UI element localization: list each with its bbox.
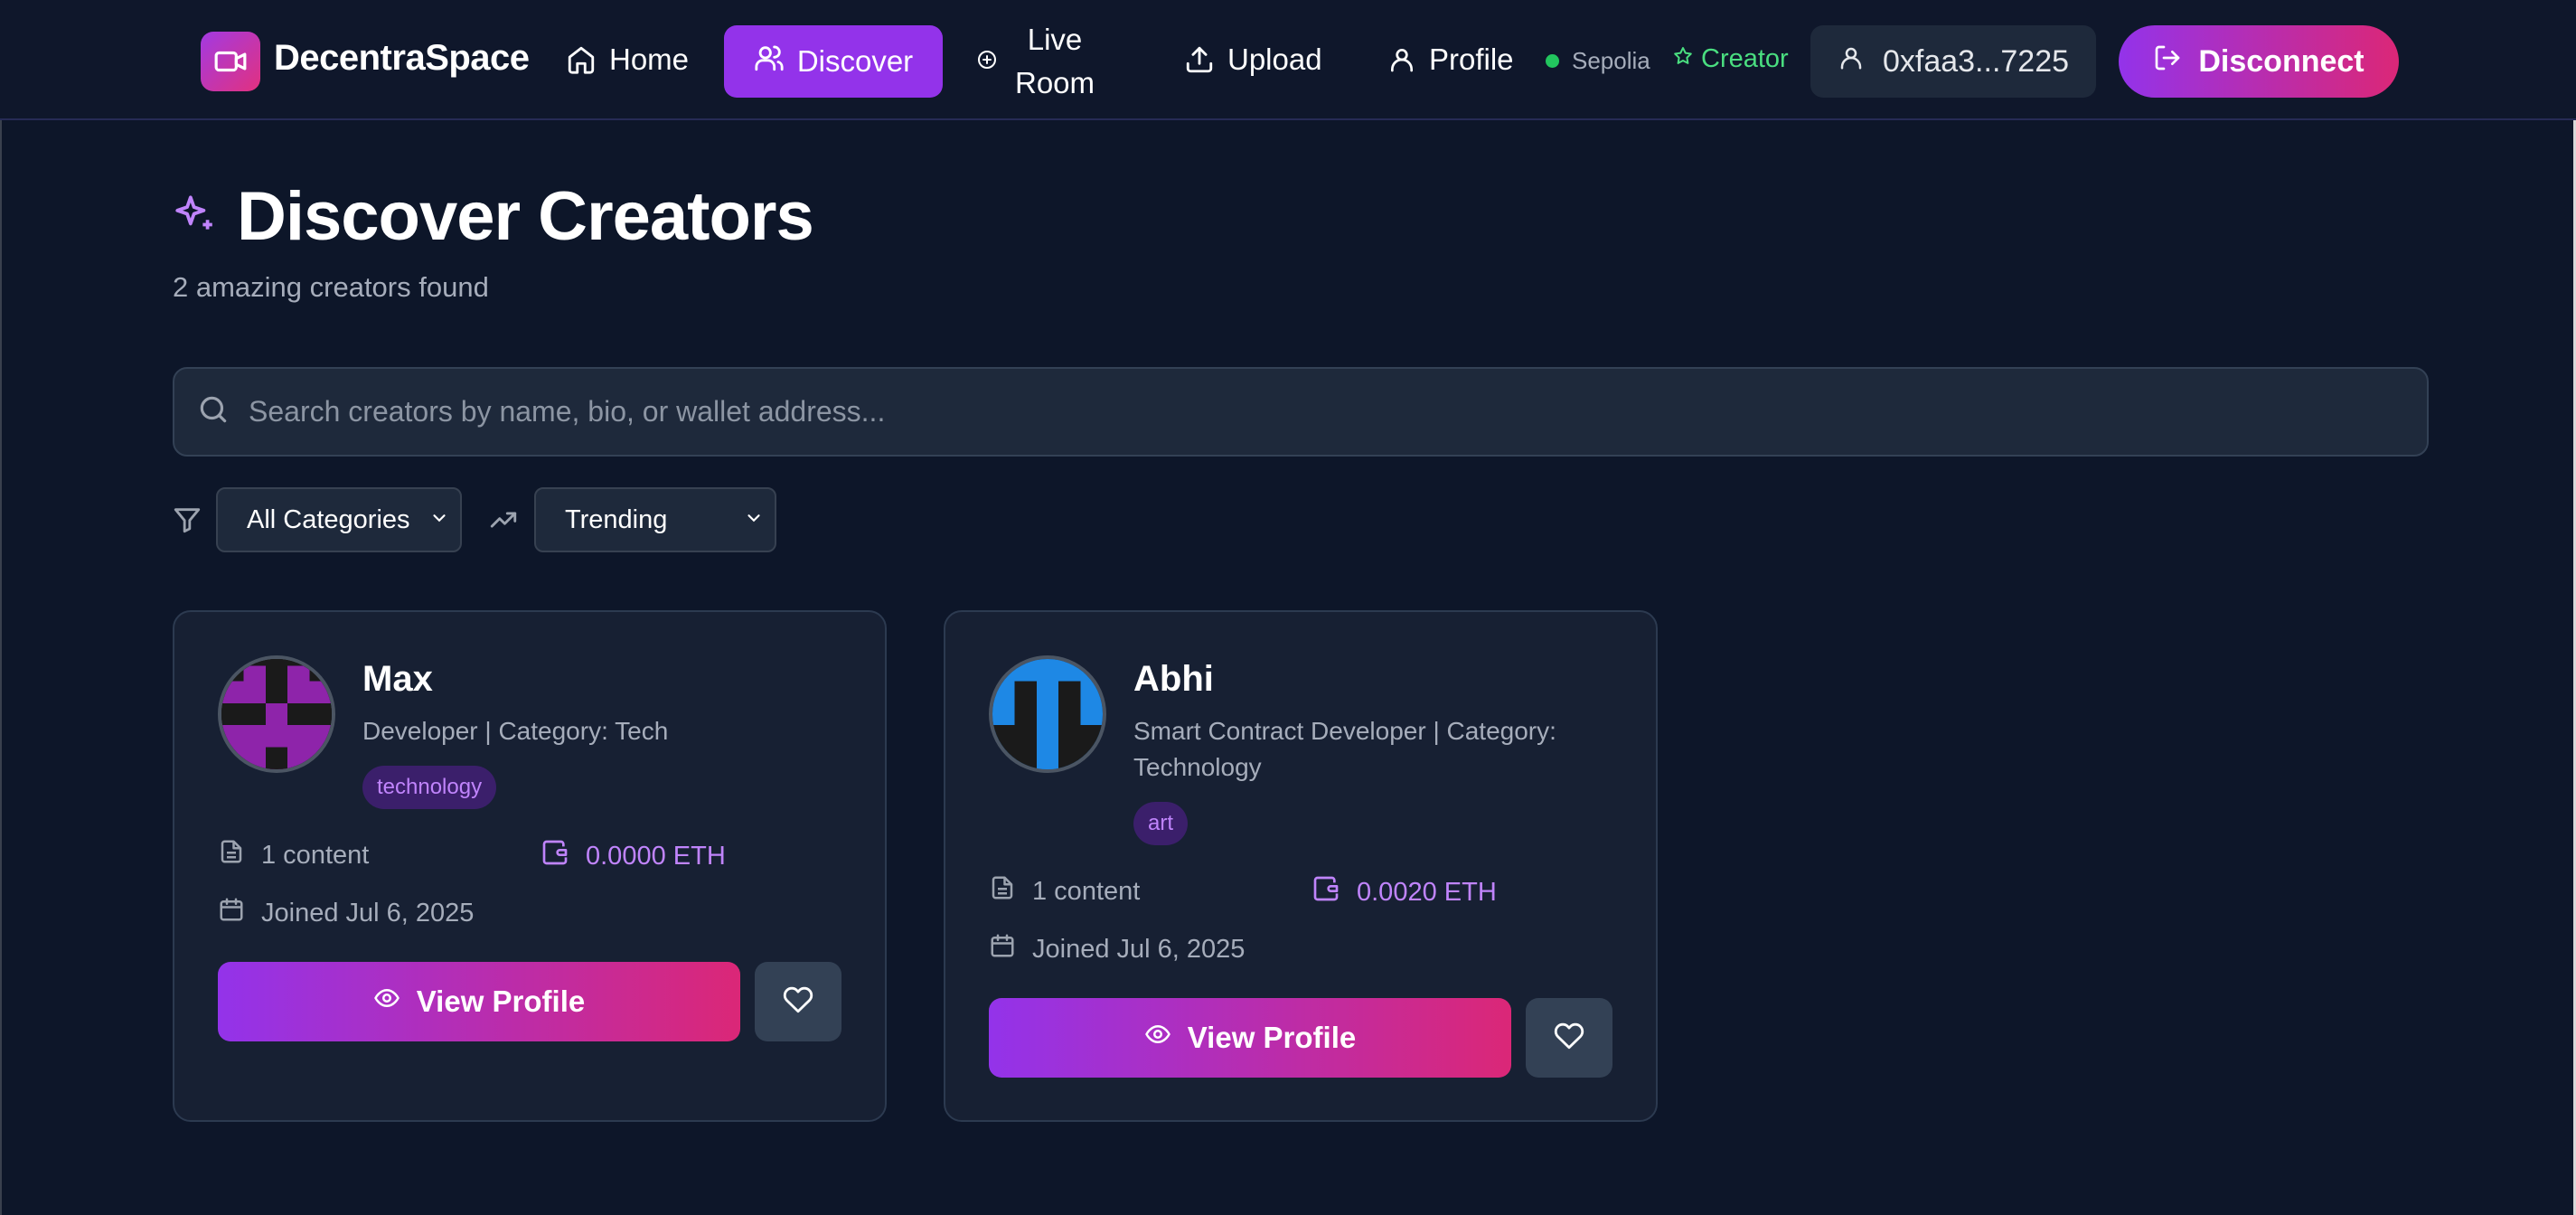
home-icon (566, 44, 597, 75)
category-tag: technology (362, 766, 497, 809)
view-profile-label: View Profile (1187, 1021, 1357, 1054)
earnings-text: 0.0000 ETH (586, 841, 726, 871)
calendar-icon (218, 896, 245, 930)
content-count-text: 1 content (261, 840, 370, 870)
disconnect-button[interactable]: Disconnect (2119, 25, 2399, 98)
users-icon (754, 42, 785, 80)
sparkles-icon (172, 192, 217, 241)
wallet-icon (1312, 874, 1340, 910)
wallet-address-button[interactable]: 0xfaa3...7225 (1810, 25, 2096, 98)
brand-name[interactable]: DecentraSpace (274, 38, 530, 79)
filter-icon (172, 504, 202, 540)
search-input[interactable] (249, 395, 2327, 429)
search-icon (196, 392, 230, 431)
user-icon (1838, 44, 1865, 80)
content-count-text: 1 content (1032, 876, 1141, 906)
upload-icon (1184, 44, 1215, 75)
creator-bio: Developer | Category: Tech (362, 717, 669, 745)
logo-video-icon[interactable] (201, 32, 260, 91)
wallet-address: 0xfaa3...7225 (1882, 43, 2070, 79)
plus-circle-icon (976, 49, 998, 75)
earnings-text: 0.0020 ETH (1357, 877, 1497, 907)
eye-icon (373, 984, 400, 1019)
nav-profile[interactable]: Profile (1387, 42, 1514, 77)
avatar[interactable] (989, 655, 1106, 773)
joined-date-text: Joined Jul 6, 2025 (1032, 934, 1246, 964)
sort-select[interactable]: Trending (534, 487, 776, 552)
heart-icon (783, 984, 813, 1020)
calendar-icon (989, 932, 1016, 966)
category-tag: art (1133, 802, 1189, 845)
nav-live-room[interactable]: Live Room (976, 20, 1121, 103)
creator-badge: Creator (1672, 44, 1789, 74)
category-select[interactable]: All Categories (216, 487, 462, 552)
nav-profile-label: Profile (1429, 42, 1514, 76)
view-profile-button[interactable]: View Profile (989, 998, 1511, 1078)
logout-icon (2153, 43, 2182, 80)
eye-icon (1144, 1021, 1171, 1055)
sort-select-value: Trending (565, 504, 668, 534)
nav-home[interactable]: Home (566, 42, 689, 77)
earnings: 0.0020 ETH (1312, 874, 1497, 910)
creator-card: Abhi Smart Contract Developer | Category… (944, 610, 1658, 1122)
nav-home-label: Home (609, 42, 690, 76)
content-count: 1 content (218, 838, 369, 872)
user-icon (1387, 45, 1416, 74)
trending-icon (488, 504, 519, 540)
chevron-down-icon (429, 505, 449, 535)
chevron-down-icon (744, 505, 764, 535)
joined-date: Joined Jul 6, 2025 (989, 932, 1245, 966)
nav-upload-label: Upload (1227, 42, 1322, 76)
search-bar (173, 367, 2429, 457)
online-dot-icon (1546, 54, 1559, 68)
network-name: Sepolia (1572, 47, 1650, 74)
favorite-button[interactable] (1526, 998, 1612, 1078)
content-count: 1 content (989, 874, 1140, 909)
heart-icon (1554, 1021, 1584, 1056)
creator-label: Creator (1701, 44, 1789, 73)
star-icon (1672, 44, 1694, 74)
joined-date-text: Joined Jul 6, 2025 (261, 898, 475, 928)
view-profile-label: View Profile (416, 984, 586, 1018)
creator-card: Max Developer | Category: Tech technolog… (173, 610, 887, 1122)
page-title: Discover Creators (237, 178, 814, 255)
nav-live-room-label: Live Room (1014, 23, 1095, 99)
nav-discover-label: Discover (796, 44, 914, 78)
category-select-value: All Categories (247, 504, 410, 534)
top-navbar: DecentraSpace Home Discover Live Room Up… (0, 0, 2576, 120)
earnings: 0.0000 ETH (541, 838, 726, 874)
nav-upload[interactable]: Upload (1184, 42, 1322, 77)
file-icon (989, 874, 1016, 909)
nav-discover[interactable]: Discover (724, 25, 943, 98)
favorite-button[interactable] (755, 962, 841, 1041)
disconnect-label: Disconnect (2198, 43, 2364, 79)
creator-name[interactable]: Abhi (1133, 659, 1214, 700)
creators-count: 2 amazing creators found (173, 271, 489, 303)
wallet-icon (541, 838, 569, 874)
joined-date: Joined Jul 6, 2025 (218, 896, 474, 930)
file-icon (218, 838, 245, 872)
creator-name[interactable]: Max (362, 659, 433, 700)
view-profile-button[interactable]: View Profile (218, 962, 740, 1041)
network-status: Sepolia (1546, 47, 1650, 75)
creator-bio: Smart Contract Developer | Category: Tec… (1133, 717, 1556, 781)
avatar[interactable] (218, 655, 335, 773)
